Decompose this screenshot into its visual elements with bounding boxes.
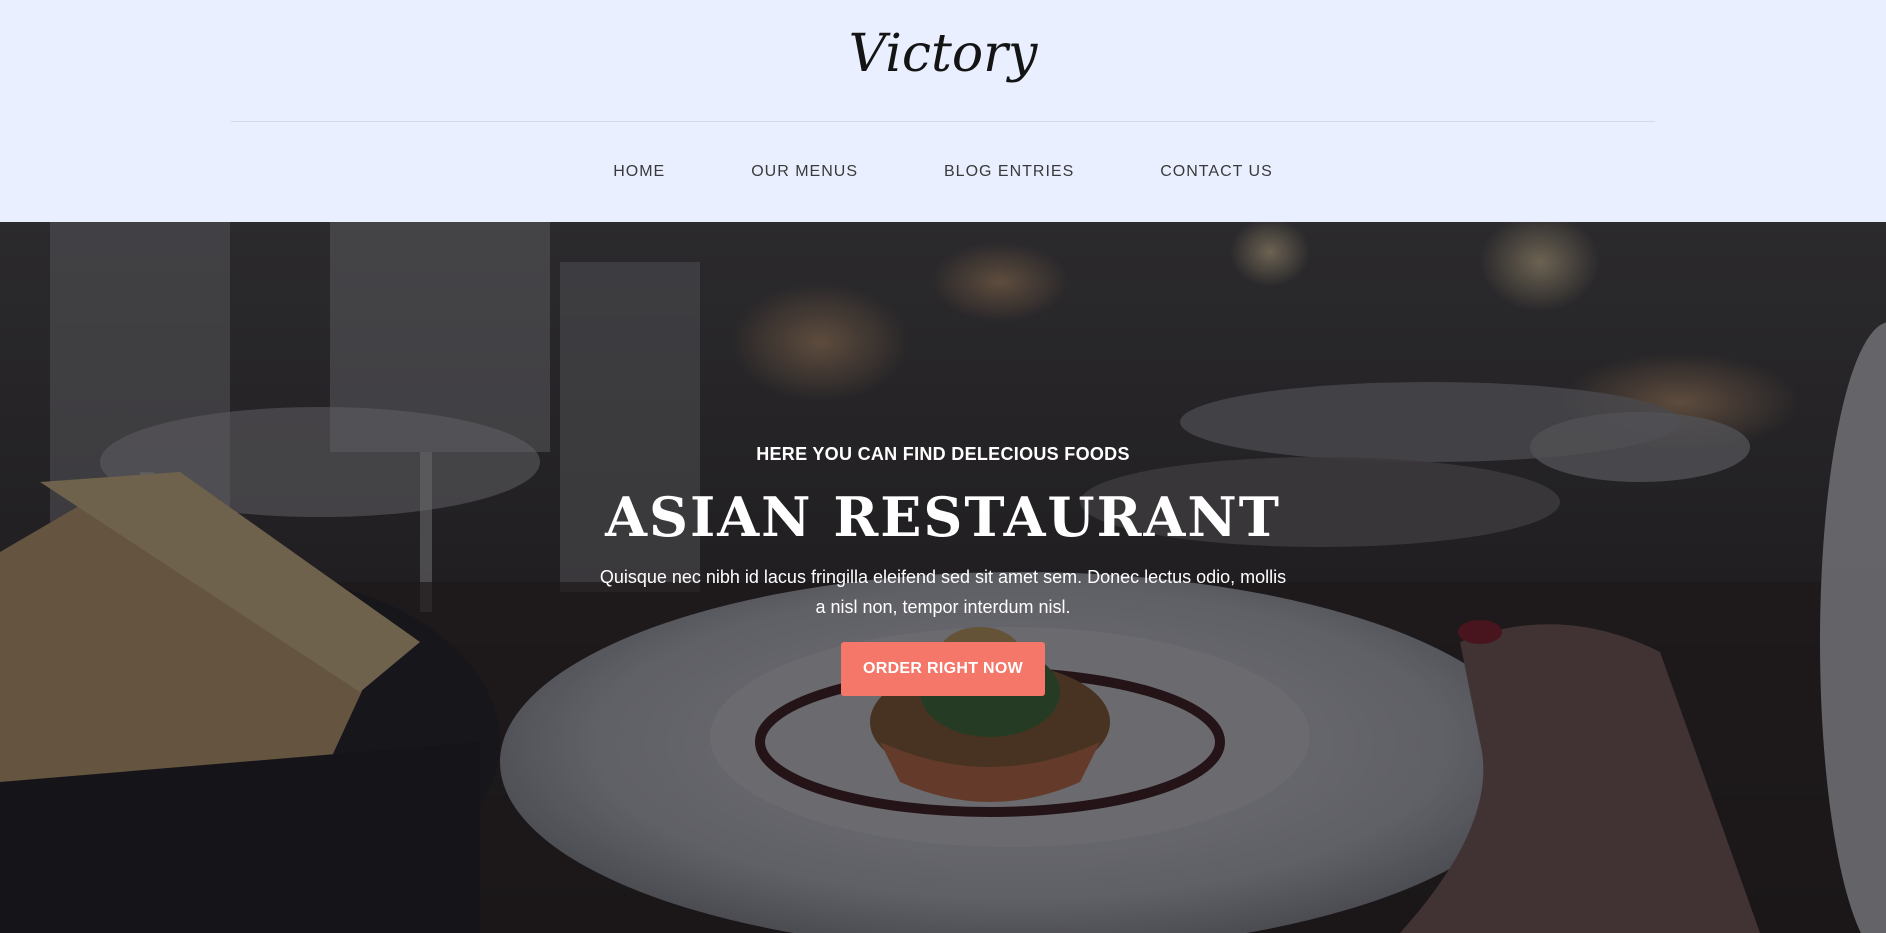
main-nav: HOME OUR MENUS BLOG ENTRIES CONTACT US xyxy=(0,160,1886,184)
site-logo[interactable]: Victory xyxy=(0,22,1886,86)
hero-description: Quisque nec nibh id lacus fringilla elei… xyxy=(599,567,1287,617)
nav-contact-us[interactable]: CONTACT US xyxy=(1160,160,1273,184)
nav-blog-entries[interactable]: BLOG ENTRIES xyxy=(944,160,1074,184)
hero-banner: HERE YOU CAN FIND DELECIOUS FOODS ASIAN … xyxy=(0,222,1886,933)
order-right-now-button[interactable]: ORDER RIGHT NOW xyxy=(841,642,1045,696)
site-header: Victory HOME OUR MENUS BLOG ENTRIES CONT… xyxy=(0,0,1886,222)
hero-content: HERE YOU CAN FIND DELECIOUS FOODS ASIAN … xyxy=(0,442,1886,696)
nav-our-menus[interactable]: OUR MENUS xyxy=(751,160,858,184)
header-divider xyxy=(231,121,1655,122)
hero-eyebrow: HERE YOU CAN FIND DELECIOUS FOODS xyxy=(756,444,1130,464)
nav-home[interactable]: HOME xyxy=(613,160,665,184)
hero-title: ASIAN RESTAURANT xyxy=(605,485,1281,549)
